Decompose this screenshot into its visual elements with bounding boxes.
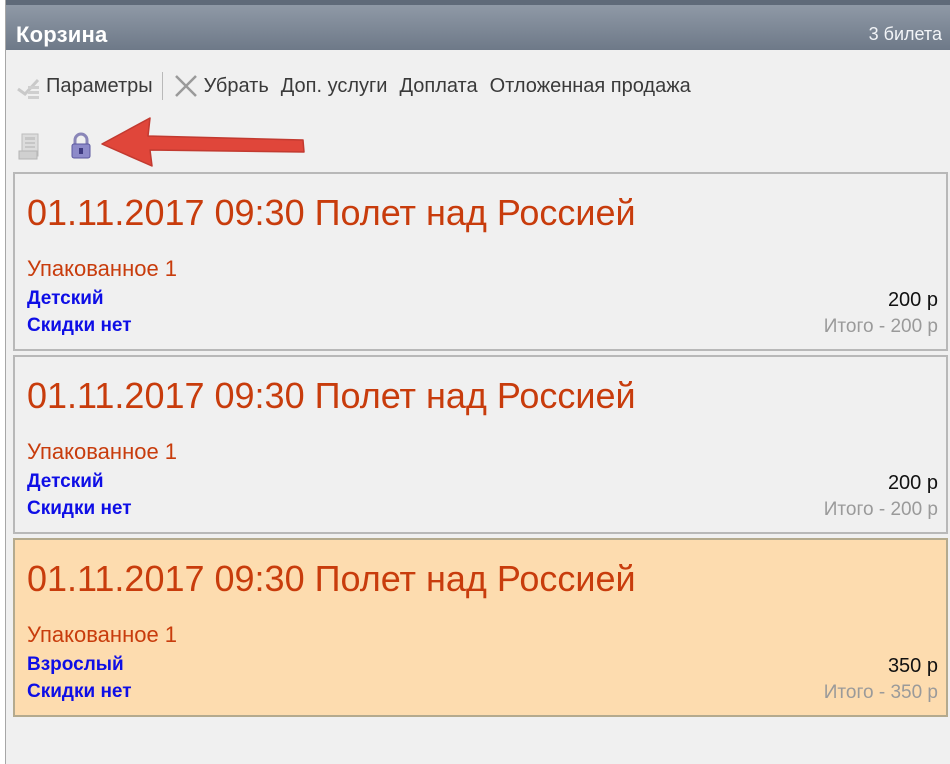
discount-label: Скидки нет xyxy=(27,681,132,702)
lock-icon[interactable] xyxy=(66,131,96,161)
ticket-card[interactable]: 01.11.2017 09:30 Полет над Россией Упаков… xyxy=(13,172,948,351)
ticket-category: Детский xyxy=(27,288,104,309)
ticket-list: 01.11.2017 09:30 Полет над Россией Упаков… xyxy=(13,172,948,721)
services-label: Доп. услуги xyxy=(280,74,388,97)
ticket-price: 200 р xyxy=(887,472,938,494)
ticket-total: Итого - 200 р xyxy=(823,499,938,520)
ticket-price: 350 р xyxy=(887,655,938,677)
ticket-total: Итого - 350 р xyxy=(823,682,938,703)
surcharge-button[interactable]: Доплата xyxy=(399,75,477,98)
toolbar-icons xyxy=(16,128,96,164)
remove-button[interactable]: Убрать xyxy=(173,73,269,99)
event-title: 01.11.2017 09:30 Полет над Россией xyxy=(27,558,636,599)
cart-toolbar: Параметры Убрать Доп. услуги Доплата Отл… xyxy=(6,50,950,160)
ticket-price: 200 р xyxy=(887,289,938,311)
deferred-sale-button[interactable]: Отложенная продажа xyxy=(490,75,691,98)
toolbar-divider xyxy=(161,72,163,100)
deferred-sale-label: Отложенная продажа xyxy=(489,74,691,97)
remove-icon xyxy=(174,75,197,97)
toolbar-actions: Параметры Убрать Доп. услуги Доплата Отл… xyxy=(14,70,691,102)
ticket-category: Детский xyxy=(27,471,104,492)
package-name: Упакованное 1 xyxy=(27,622,178,647)
discount-label: Скидки нет xyxy=(27,315,132,336)
cart-title-bar: Корзина 3 билета xyxy=(6,0,950,50)
event-title: 01.11.2017 09:30 Полет над Россией xyxy=(27,192,636,233)
ticket-category: Взрослый xyxy=(27,654,124,675)
cart-title: Корзина xyxy=(16,22,108,47)
ticket-count: 3 билета xyxy=(868,24,942,44)
services-button[interactable]: Доп. услуги xyxy=(281,75,388,98)
event-title: 01.11.2017 09:30 Полет над Россией xyxy=(27,375,636,416)
ticket-total: Итого - 200 р xyxy=(823,316,938,337)
remove-label: Убрать xyxy=(203,74,269,97)
ticket-card[interactable]: 01.11.2017 09:30 Полет над Россией Упаков… xyxy=(13,538,948,717)
document-icon[interactable] xyxy=(16,131,46,161)
discount-label: Скидки нет xyxy=(27,498,132,519)
package-name: Упакованное 1 xyxy=(27,439,178,464)
params-icon xyxy=(17,78,40,99)
params-button[interactable]: Параметры xyxy=(14,72,153,100)
params-label: Параметры xyxy=(46,74,153,97)
surcharge-label: Доплата xyxy=(399,74,478,97)
arrow-icon xyxy=(101,117,305,167)
package-name: Упакованное 1 xyxy=(27,256,178,281)
ticket-card[interactable]: 01.11.2017 09:30 Полет над Россией Упаков… xyxy=(13,355,948,534)
